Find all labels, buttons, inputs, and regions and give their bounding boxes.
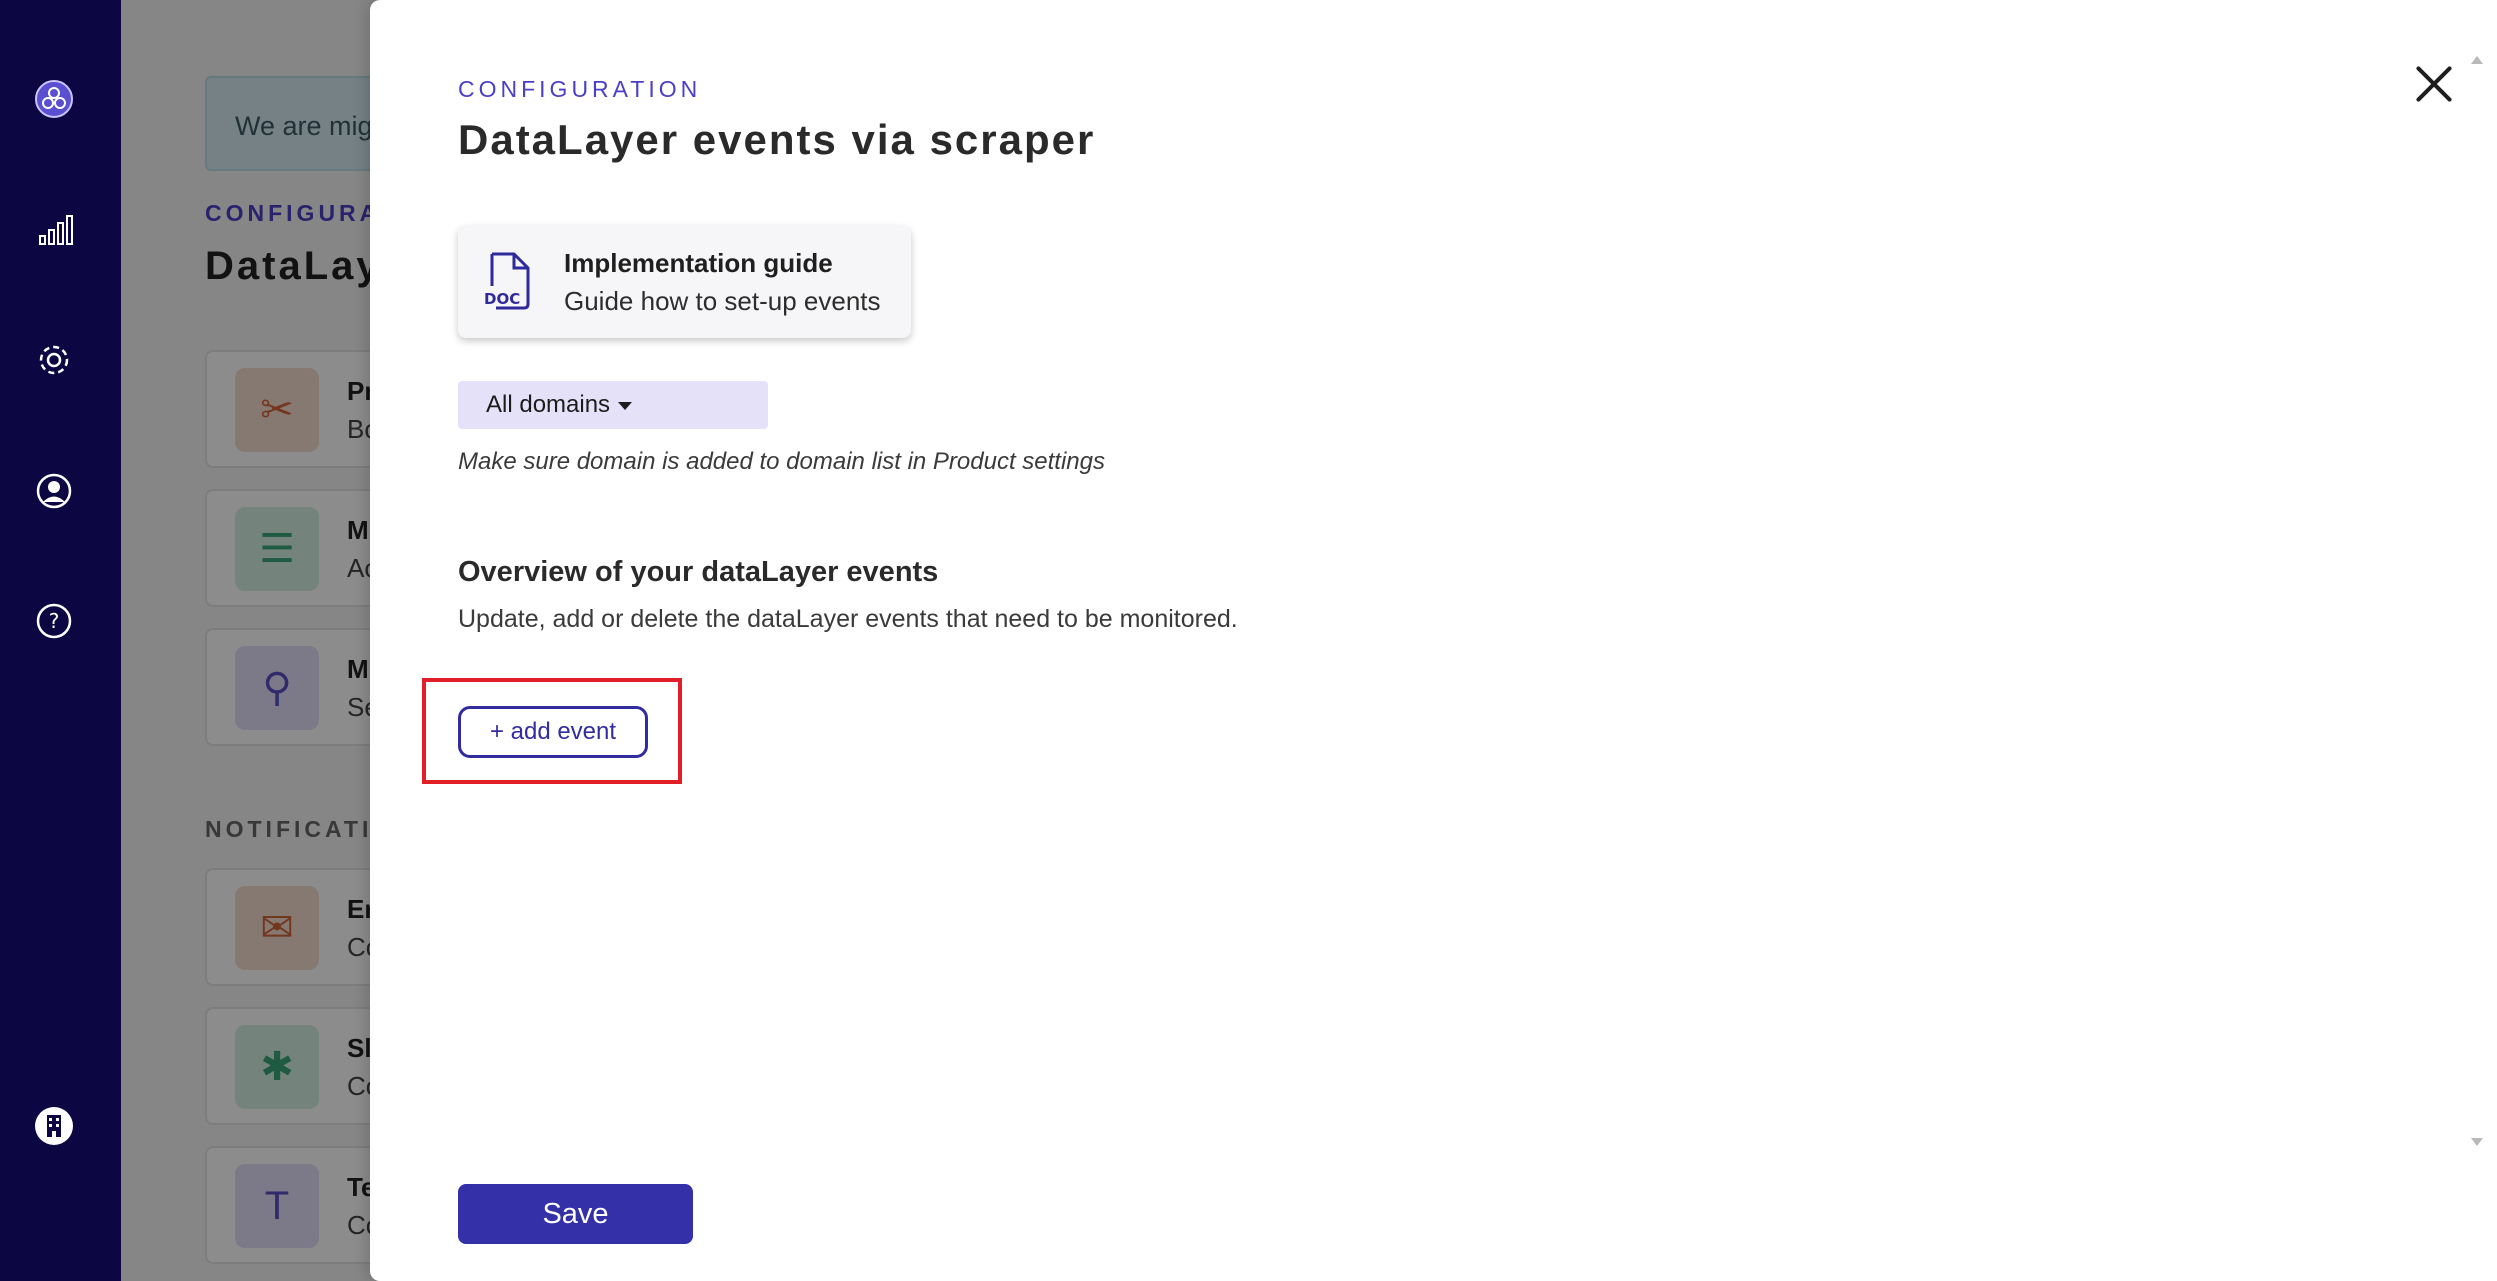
svg-text:?: ? <box>49 609 60 633</box>
gear-icon[interactable] <box>30 336 78 384</box>
domain-hint: Make sure domain is added to domain list… <box>458 448 1106 475</box>
add-event-button[interactable]: + add event <box>458 706 648 758</box>
close-icon[interactable] <box>2414 64 2454 104</box>
domain-select[interactable]: All domains <box>458 381 768 429</box>
building-icon[interactable] <box>30 1102 78 1150</box>
domain-select-value: All domains <box>486 391 611 418</box>
guide-subtitle: Guide how to set-up events <box>564 286 881 316</box>
help-icon[interactable]: ? <box>30 597 78 645</box>
guide-title: Implementation guide <box>564 248 833 278</box>
scroll-up-icon[interactable] <box>2471 56 2483 64</box>
drawer-overline: CONFIGURATION <box>458 76 702 102</box>
scrollbar[interactable] <box>2467 48 2485 1158</box>
chart-icon[interactable] <box>30 206 78 254</box>
implementation-guide-card[interactable]: DOC Implementation guide Guide how to se… <box>458 226 911 338</box>
save-button[interactable]: Save <box>458 1184 693 1244</box>
doc-icon-label: DOC <box>484 290 520 308</box>
scroll-down-icon[interactable] <box>2471 1138 2483 1146</box>
user-icon[interactable] <box>30 467 78 515</box>
overview-description: Update, add or delete the dataLayer even… <box>458 605 1238 633</box>
drawer-title: DataLayer events via scraper <box>458 116 1096 163</box>
logo-icon[interactable] <box>30 75 78 123</box>
configuration-drawer: CONFIGURATION DataLayer events via scrap… <box>370 0 2497 1281</box>
caret-down-icon <box>618 401 633 410</box>
nav-rail: ? <box>0 0 121 1281</box>
overview-title: Overview of your dataLayer events <box>458 556 939 588</box>
doc-icon: DOC <box>484 252 530 310</box>
